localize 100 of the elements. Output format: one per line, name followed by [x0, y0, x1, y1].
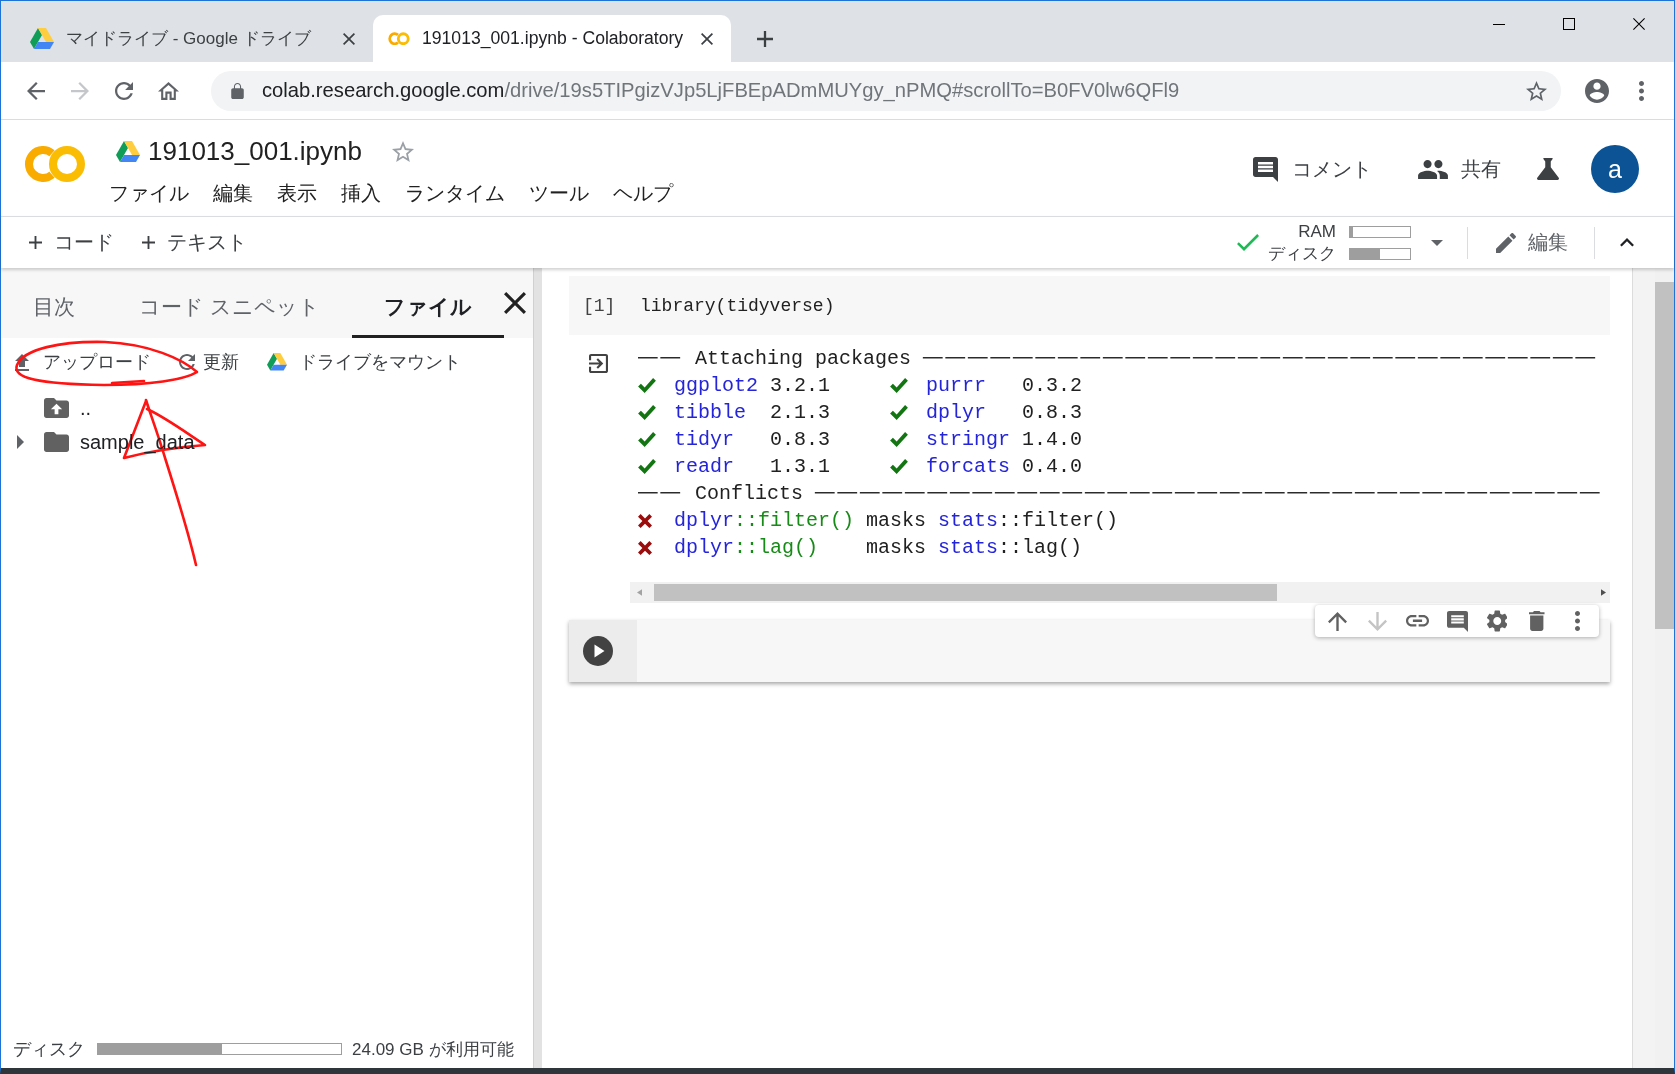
- output-rule-text: ── Attaching packages ──────────────────────────────: [638, 346, 1599, 372]
- account-icon[interactable]: [1585, 78, 1609, 103]
- settings-icon[interactable]: [1486, 610, 1508, 632]
- package-version: 0.3.2: [1022, 373, 1083, 399]
- drive-logo-icon: [267, 353, 287, 371]
- horizontal-scrollbar-track[interactable]: [630, 582, 1610, 603]
- menu-item[interactable]: 表示: [265, 179, 329, 207]
- trash-icon[interactable]: [1529, 611, 1545, 631]
- close-icon[interactable]: [701, 32, 713, 45]
- check-mark-icon: [638, 432, 656, 447]
- cross-mark-icon: [638, 540, 652, 555]
- dropdown-caret-icon[interactable]: [1431, 239, 1443, 246]
- close-icon[interactable]: [1633, 18, 1645, 30]
- browser-tab[interactable]: マイドライブ - Google ドライブ: [15, 15, 373, 62]
- more-options-icon[interactable]: [1574, 611, 1580, 631]
- run-cell-icon[interactable]: [583, 636, 613, 666]
- file-tree-item[interactable]: ..: [44, 396, 92, 420]
- package-name: readr: [674, 454, 734, 480]
- browser-tab[interactable]: 191013_001.ipynb - Colaboratory: [373, 15, 731, 62]
- package-name: forcats: [926, 454, 1011, 480]
- check-mark-icon: [638, 459, 656, 474]
- package-version: 1.3.1: [770, 454, 831, 480]
- package-name: tibble: [674, 400, 746, 426]
- package-name: dplyr: [926, 400, 987, 426]
- edit-button[interactable]: 編集: [1496, 229, 1568, 256]
- close-icon[interactable]: [343, 32, 355, 45]
- lock-icon: [231, 82, 244, 99]
- insert-button[interactable]: テキスト: [134, 224, 255, 261]
- cross-mark-icon: [638, 513, 652, 528]
- share-button[interactable]: 共有: [1418, 155, 1501, 183]
- check-mark-icon: [638, 378, 656, 393]
- output-rule-text: ── Conflicts ───────────────────────────────────: [638, 481, 1603, 507]
- conflict-function: dplyr::filter(): [674, 508, 855, 534]
- menu-item[interactable]: 挿入: [329, 179, 393, 207]
- vertical-scrollbar-thumb[interactable]: [1655, 282, 1674, 629]
- menu-item[interactable]: ツール: [517, 179, 601, 207]
- package-version: 2.1.3: [770, 400, 831, 426]
- resource-label: ディスク: [1268, 242, 1336, 265]
- conflict-function: dplyr::lag(): [674, 535, 819, 561]
- colab-logo-icon: [24, 145, 86, 183]
- notebook-title[interactable]: 191013_001.ipynb: [148, 135, 362, 167]
- package-version: 0.4.0: [1022, 454, 1083, 480]
- disk-label: ディスク: [13, 1038, 85, 1061]
- package-name: ggplot2: [674, 373, 758, 399]
- drive-logo-icon: [30, 28, 54, 49]
- more-options-icon[interactable]: [1638, 80, 1644, 101]
- flask-icon[interactable]: [1537, 158, 1559, 180]
- people-icon: [1418, 159, 1448, 179]
- scroll-right-icon[interactable]: [1601, 589, 1606, 596]
- vertical-scrollbar-track[interactable]: [1655, 268, 1674, 1068]
- conflict-verb: masks: [866, 535, 927, 561]
- link-icon[interactable]: [1405, 615, 1429, 627]
- reload-icon[interactable]: [115, 81, 133, 100]
- pencil-icon: [1496, 232, 1516, 253]
- check-mark-icon: [890, 405, 909, 420]
- code-editor-field[interactable]: library(tidyverse): [640, 276, 1610, 335]
- maximize-icon[interactable]: [1563, 18, 1575, 30]
- folder-up-icon: [44, 398, 69, 418]
- resource-label: RAM: [1298, 220, 1336, 243]
- menu-item[interactable]: ランタイム: [393, 179, 517, 207]
- insert-button[interactable]: コード: [21, 224, 122, 261]
- menu-item[interactable]: ヘルプ: [601, 179, 685, 207]
- chevron-up-icon[interactable]: [1620, 238, 1634, 247]
- conflict-verb: masks: [866, 508, 927, 534]
- menu-item[interactable]: ファイル: [97, 179, 201, 207]
- comment-icon[interactable]: [1446, 610, 1468, 632]
- comment-button[interactable]: コメント: [1253, 155, 1372, 183]
- comment-icon: [1253, 156, 1278, 182]
- plus-icon: [142, 236, 155, 249]
- panel-tab[interactable]: 目次: [1, 268, 107, 338]
- refresh-button[interactable]: 更新: [179, 351, 239, 373]
- horizontal-scrollbar-thumb[interactable]: [654, 584, 1277, 601]
- back-arrow-icon[interactable]: [27, 81, 45, 100]
- close-icon[interactable]: [503, 292, 526, 314]
- arrow-up-icon[interactable]: [1327, 611, 1347, 631]
- disk-free-text: 24.09 GB が利用可能: [352, 1038, 514, 1061]
- package-version: 0.8.3: [1022, 400, 1083, 426]
- panel-tab[interactable]: コード スニペット: [107, 268, 352, 338]
- star-icon[interactable]: [392, 140, 414, 162]
- upload-icon: [15, 353, 29, 371]
- caret-right-icon[interactable]: [16, 435, 24, 449]
- package-version: 0.8.3: [770, 427, 831, 453]
- masked-function: stats::lag(): [938, 535, 1083, 561]
- menu-item[interactable]: 編集: [201, 179, 265, 207]
- package-version: 1.4.0: [1022, 427, 1083, 453]
- plus-icon[interactable]: [757, 31, 773, 47]
- account-avatar[interactable]: a: [1591, 145, 1639, 193]
- star-icon[interactable]: [1526, 80, 1547, 101]
- execution-count: [1]: [583, 295, 616, 316]
- panel-tab[interactable]: ファイル: [351, 268, 504, 338]
- minimize-icon[interactable]: [1493, 23, 1505, 25]
- plus-icon: [29, 236, 42, 249]
- package-name: tidyr: [674, 427, 734, 453]
- check-mark-icon: [638, 405, 656, 420]
- refresh-icon: [179, 354, 195, 370]
- output-icon[interactable]: [589, 354, 608, 373]
- mount-drive-button[interactable]: ドライブをマウント: [267, 351, 461, 373]
- check-mark-icon: [890, 459, 909, 474]
- home-icon[interactable]: [157, 81, 179, 100]
- address-bar[interactable]: colab.research.google.com/drive/19s5TIPgizVJp5LjFBEpADmMUYgy_nPMQ#scrollTo=B0FV0lw6QFl9: [211, 70, 1561, 111]
